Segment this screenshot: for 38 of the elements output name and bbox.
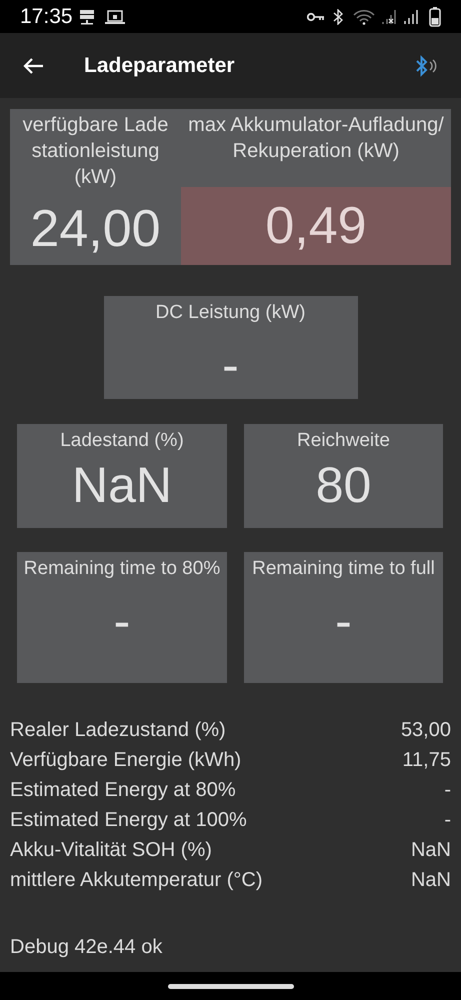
server-icon	[78, 8, 95, 24]
row-label: Akku-Vitalität SOH (%)	[10, 838, 212, 863]
tile-value: 80	[316, 457, 372, 513]
tile-title: DC Leistung (kW)	[154, 301, 306, 325]
row-value: 11,75	[402, 748, 451, 773]
row-value: -	[444, 808, 451, 833]
tile-title: verfügbare Lade stationleistung (kW)	[22, 113, 170, 190]
status-time: 17:35	[20, 4, 73, 30]
tile-value: NaN	[72, 457, 172, 513]
battery-icon	[429, 6, 441, 26]
row-value: NaN	[410, 838, 451, 863]
tile-value: 24,00	[29, 199, 162, 260]
bluetooth-icon	[333, 8, 343, 24]
tile-title: max Akkumulator-Aufladung/ Rekuperation (kW)	[187, 113, 445, 164]
signal-icon	[381, 8, 399, 24]
tile-title: Remaining time to full	[251, 557, 436, 581]
tile-value: -	[222, 337, 239, 393]
laptop-lock-icon	[104, 10, 125, 24]
key-icon	[307, 12, 325, 22]
screen-title: Ladeparameter	[84, 52, 235, 79]
row-value: NaN	[410, 868, 451, 893]
row-label: Estimated Energy at 100%	[10, 808, 247, 833]
signal-icon	[403, 8, 419, 24]
tile-value: 0,49	[181, 187, 451, 265]
row-value: -	[444, 778, 451, 803]
tile-value: -	[335, 593, 352, 649]
tile-value: -	[114, 593, 130, 649]
row-label: Verfügbare Energie (kWh)	[10, 748, 242, 773]
row-value: 53,00	[400, 718, 451, 743]
wifi-icon	[353, 8, 375, 24]
tile-title: Ladestand (%)	[59, 429, 185, 453]
tile-title: Remaining time to 80%	[22, 557, 222, 581]
debug-text: Debug 42e.44 ok	[10, 935, 162, 960]
row-label: mittlere Akkutemperatur (°C)	[10, 868, 263, 893]
row-label: Estimated Energy at 80%	[10, 778, 236, 803]
row-label: Realer Ladezustand (%)	[10, 718, 226, 743]
home-indicator[interactable]	[168, 984, 294, 988]
tile-title: Reichweite	[296, 429, 391, 453]
